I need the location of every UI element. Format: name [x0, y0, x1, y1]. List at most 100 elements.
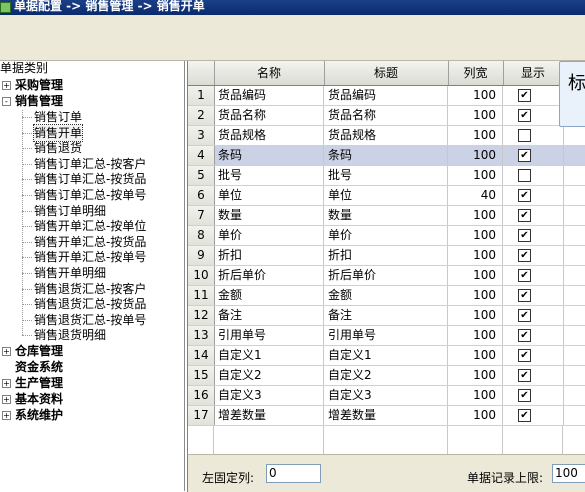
table-row[interactable]: 5 批号 批号 100 — [188, 166, 585, 186]
cell-title[interactable]: 备注 — [324, 306, 448, 325]
cell-name[interactable]: 单价 — [214, 226, 324, 245]
cell-width[interactable]: 40 — [448, 186, 503, 205]
table-row[interactable]: 6 单位 单位 40 ✔ — [188, 186, 585, 206]
show-checkbox[interactable]: ✔ — [518, 309, 531, 322]
table-row[interactable]: 16 自定义3 自定义3 100 ✔ — [188, 386, 585, 406]
show-checkbox[interactable]: ✔ — [518, 329, 531, 342]
cell-width[interactable]: 100 — [448, 246, 503, 265]
cell-title[interactable]: 自定义2 — [324, 366, 448, 385]
cell-width[interactable]: 100 — [448, 386, 503, 405]
table-row[interactable]: 4 条码 条码 100 ✔ — [188, 146, 585, 166]
cell-title[interactable]: 折后单价 — [324, 266, 448, 285]
tree-root[interactable]: 单据类别 — [0, 61, 48, 76]
table-row[interactable]: 11 金额 金额 100 ✔ — [188, 286, 585, 306]
expand-icon[interactable]: + — [2, 395, 11, 404]
expand-icon[interactable]: + — [2, 81, 11, 90]
show-checkbox[interactable] — [518, 169, 531, 182]
cell-title[interactable]: 增差数量 — [324, 406, 448, 425]
cell-name[interactable]: 自定义1 — [214, 346, 324, 365]
cell-width[interactable]: 100 — [448, 226, 503, 245]
cell-name[interactable]: 折扣 — [214, 246, 324, 265]
show-checkbox[interactable]: ✔ — [518, 409, 531, 422]
cell-width[interactable]: 100 — [448, 266, 503, 285]
expand-icon[interactable]: + — [2, 379, 11, 388]
cell-title[interactable]: 单价 — [324, 226, 448, 245]
cell-width[interactable]: 100 — [448, 166, 503, 185]
left-fixed-input[interactable]: 0 — [266, 464, 321, 483]
expand-icon[interactable]: + — [2, 411, 11, 420]
cell-name[interactable]: 自定义2 — [214, 366, 324, 385]
category-tree[interactable]: 单据类别 + 采购管理 - 销售管理 + 仓库管理 资金系统 + 生产管理 + 基本资料 + 系统维护 销… — [0, 61, 185, 491]
table-row[interactable]: 17 增差数量 增差数量 100 ✔ — [188, 406, 585, 426]
cell-title[interactable]: 货品规格 — [324, 126, 448, 145]
cell-width[interactable]: 100 — [448, 286, 503, 305]
column-header-name[interactable]: 名称 — [214, 61, 325, 85]
cell-width[interactable]: 100 — [448, 146, 503, 165]
table-row[interactable]: 8 单价 单价 100 ✔ — [188, 226, 585, 246]
show-checkbox[interactable]: ✔ — [518, 229, 531, 242]
cell-title[interactable]: 金额 — [324, 286, 448, 305]
show-checkbox[interactable]: ✔ — [518, 89, 531, 102]
show-checkbox[interactable]: ✔ — [518, 249, 531, 262]
config-grid[interactable]: 名称 标题 列宽 显示 1 货品编码 货品编码 100 ✔ 2 货品名称 货品名称 100 ✔ 3 货… — [187, 61, 585, 454]
table-row[interactable]: 7 数量 数量 100 ✔ — [188, 206, 585, 226]
cell-title[interactable]: 折扣 — [324, 246, 448, 265]
show-checkbox[interactable]: ✔ — [518, 369, 531, 382]
table-row[interactable]: 12 备注 备注 100 ✔ — [188, 306, 585, 326]
show-checkbox[interactable]: ✔ — [518, 109, 531, 122]
cell-title[interactable]: 单位 — [324, 186, 448, 205]
cell-title[interactable]: 自定义3 — [324, 386, 448, 405]
collapse-icon[interactable]: - — [2, 97, 11, 106]
cell-name[interactable]: 货品编码 — [214, 86, 324, 105]
cell-width[interactable]: 100 — [448, 366, 503, 385]
table-row[interactable]: 9 折扣 折扣 100 ✔ — [188, 246, 585, 266]
cell-title[interactable]: 数量 — [324, 206, 448, 225]
expand-icon[interactable]: + — [2, 347, 11, 356]
column-header-title[interactable]: 标题 — [324, 61, 449, 85]
record-limit-input[interactable]: 100 — [552, 464, 585, 483]
table-row[interactable]: 1 货品编码 货品编码 100 ✔ — [188, 86, 585, 106]
show-checkbox[interactable]: ✔ — [518, 189, 531, 202]
cell-name[interactable]: 数量 — [214, 206, 324, 225]
cell-name[interactable]: 备注 — [214, 306, 324, 325]
show-checkbox[interactable]: ✔ — [518, 209, 531, 222]
cell-width[interactable]: 100 — [448, 126, 503, 145]
cell-title[interactable]: 自定义1 — [324, 346, 448, 365]
table-row[interactable]: 13 引用单号 引用单号 100 ✔ — [188, 326, 585, 346]
cell-name[interactable]: 折后单价 — [214, 266, 324, 285]
cell-width[interactable]: 100 — [448, 346, 503, 365]
cell-title[interactable]: 货品名称 — [324, 106, 448, 125]
table-row[interactable]: 3 货品规格 货品规格 100 — [188, 126, 585, 146]
show-checkbox[interactable]: ✔ — [518, 289, 531, 302]
column-header-show[interactable]: 显示 — [503, 61, 564, 85]
cell-width[interactable]: 100 — [448, 106, 503, 125]
table-row[interactable]: 14 自定义1 自定义1 100 ✔ — [188, 346, 585, 366]
table-row[interactable]: 10 折后单价 折后单价 100 ✔ — [188, 266, 585, 286]
cell-width[interactable]: 100 — [448, 326, 503, 345]
table-row[interactable]: 2 货品名称 货品名称 100 ✔ — [188, 106, 585, 126]
show-checkbox[interactable]: ✔ — [518, 149, 531, 162]
cell-name[interactable]: 条码 — [214, 146, 324, 165]
cell-width[interactable]: 100 — [448, 406, 503, 425]
show-checkbox[interactable]: ✔ — [518, 349, 531, 362]
cell-name[interactable]: 引用单号 — [214, 326, 324, 345]
cell-width[interactable]: 100 — [448, 206, 503, 225]
cell-name[interactable]: 金额 — [214, 286, 324, 305]
cell-width[interactable]: 100 — [448, 86, 503, 105]
cell-title[interactable]: 引用单号 — [324, 326, 448, 345]
show-checkbox[interactable] — [518, 129, 531, 142]
show-checkbox[interactable]: ✔ — [518, 389, 531, 402]
cell-name[interactable]: 自定义3 — [214, 386, 324, 405]
cell-title[interactable]: 批号 — [324, 166, 448, 185]
column-header-width[interactable]: 列宽 — [448, 61, 504, 85]
cell-name[interactable]: 单位 — [214, 186, 324, 205]
table-row[interactable]: 15 自定义2 自定义2 100 ✔ — [188, 366, 585, 386]
show-checkbox[interactable]: ✔ — [518, 269, 531, 282]
cell-name[interactable]: 货品名称 — [214, 106, 324, 125]
cell-name[interactable]: 批号 — [214, 166, 324, 185]
cell-name[interactable]: 货品规格 — [214, 126, 324, 145]
cell-width[interactable]: 100 — [448, 306, 503, 325]
cell-title[interactable]: 货品编码 — [324, 86, 448, 105]
cell-name[interactable]: 增差数量 — [214, 406, 324, 425]
cell-title[interactable]: 条码 — [324, 146, 448, 165]
